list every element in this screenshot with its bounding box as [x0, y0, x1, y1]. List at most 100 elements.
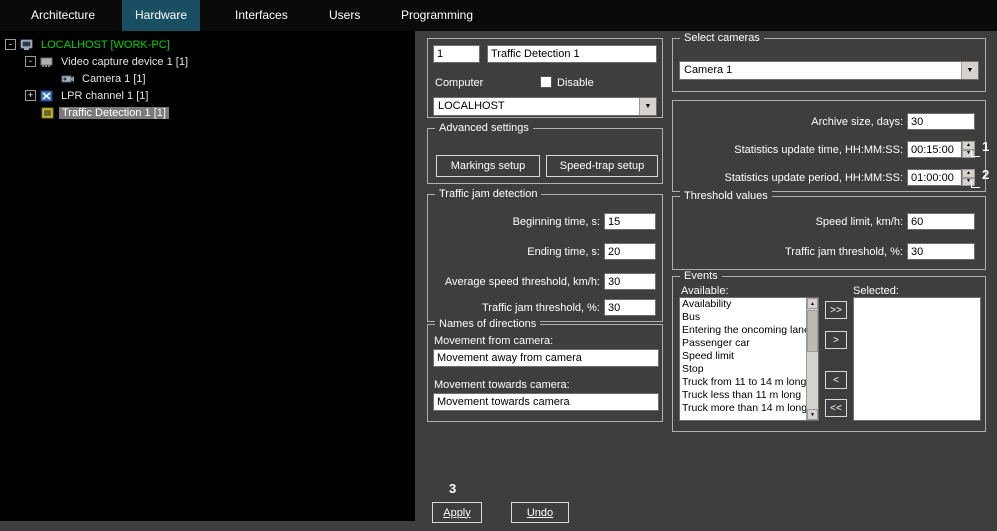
groupbox-title: Select cameras [680, 32, 764, 45]
threshold-jam-label: Traffic jam threshold, %: [677, 246, 903, 258]
expand-icon[interactable]: + [25, 90, 36, 101]
computer-label: Computer [435, 77, 483, 89]
list-item[interactable]: Passenger car [680, 337, 806, 350]
avg-speed-threshold-label: Average speed threshold, km/h: [432, 276, 600, 288]
available-events-list[interactable]: Availability Bus Entering the oncoming l… [679, 297, 819, 421]
computer-icon [20, 39, 34, 51]
tree-item-label: LOCALHOST [WORK-PC] [38, 39, 173, 51]
tree-item-localhost[interactable]: - LOCALHOST [WORK-PC] [5, 37, 173, 52]
stats-update-period-input[interactable] [907, 169, 962, 186]
tree-item-lpr-channel[interactable]: + LPR channel 1 [1] [25, 88, 151, 103]
markings-setup-button[interactable]: Markings setup [436, 155, 540, 177]
move-all-right-button[interactable]: >> [825, 301, 847, 319]
move-right-button[interactable]: > [825, 331, 847, 349]
disable-checkbox[interactable] [540, 76, 552, 88]
stats-update-time-label: Statistics update time, HH:MM:SS: [677, 144, 903, 156]
collapse-icon[interactable]: - [25, 56, 36, 67]
ending-time-label: Ending time, s: [432, 246, 600, 258]
selected-label: Selected: [853, 285, 899, 297]
undo-button[interactable]: Undo [511, 502, 569, 523]
collapse-icon[interactable]: - [5, 39, 16, 50]
object-id-input[interactable] [433, 45, 480, 63]
scroll-down-icon[interactable]: ▼ [807, 409, 818, 420]
movement-from-camera-input[interactable] [433, 349, 659, 367]
tree-item-traffic-detection[interactable]: Traffic Detection 1 [1] [41, 105, 169, 120]
list-item[interactable]: Availability [680, 298, 806, 311]
tree-item-video-capture-device[interactable]: - Video capture device 1 [1] [25, 54, 191, 69]
identity-groupbox: Computer Disable LOCALHOST ▼ [427, 38, 663, 118]
callout-number-3: 3 [449, 481, 456, 496]
statistics-groupbox: Archive size, days: Statistics update ti… [672, 100, 986, 192]
object-name-input[interactable] [487, 45, 657, 63]
tab-architecture[interactable]: Architecture [18, 0, 108, 31]
move-left-button[interactable]: < [825, 371, 847, 389]
scrollbar-thumb[interactable] [807, 310, 818, 352]
camera-icon [61, 73, 75, 85]
events-groupbox: Events Available: Selected: Availability… [672, 276, 986, 432]
tab-hardware[interactable]: Hardware [122, 0, 200, 31]
speed-limit-label: Speed limit, km/h: [677, 216, 903, 228]
avg-speed-threshold-input[interactable] [604, 273, 656, 290]
list-item[interactable]: Bus [680, 311, 806, 324]
tab-programming[interactable]: Programming [388, 0, 486, 31]
tab-users[interactable]: Users [316, 0, 373, 31]
computer-select[interactable]: LOCALHOST ▼ [433, 97, 657, 116]
archive-size-label: Archive size, days: [677, 116, 903, 128]
top-nav-bar: Architecture Hardware Interfaces Users P… [0, 0, 997, 31]
stats-update-period-label: Statistics update period, HH:MM:SS: [677, 172, 903, 184]
tree-item-label: LPR channel 1 [1] [58, 90, 151, 102]
ending-time-input[interactable] [604, 243, 656, 260]
available-label: Available: [681, 285, 729, 297]
camera-select-value: Camera 1 [684, 64, 732, 76]
list-item[interactable]: Truck less than 11 m long [680, 389, 806, 402]
callout-number-2: 2 [982, 167, 989, 182]
tree-item-label: Camera 1 [1] [79, 73, 149, 85]
archive-size-input[interactable] [907, 113, 975, 130]
beginning-time-input[interactable] [604, 213, 656, 230]
threshold-values-groupbox: Threshold values Speed limit, km/h: Traf… [672, 196, 986, 270]
list-item[interactable]: Truck more than 14 m long [680, 402, 806, 415]
names-of-directions-groupbox: Names of directions Movement from camera… [427, 324, 663, 422]
lpr-channel-icon [40, 90, 54, 102]
beginning-time-label: Beginning time, s: [432, 216, 600, 228]
groupbox-title: Names of directions [435, 318, 540, 331]
movement-towards-camera-input[interactable] [433, 393, 659, 411]
selected-events-list[interactable] [853, 297, 981, 421]
threshold-jam-input[interactable] [907, 243, 975, 260]
apply-button[interactable]: Apply [432, 502, 482, 523]
tab-interfaces[interactable]: Interfaces [222, 0, 301, 31]
list-item[interactable]: Stop [680, 363, 806, 376]
computer-select-value: LOCALHOST [438, 100, 505, 112]
tree-item-label: Video capture device 1 [1] [58, 56, 191, 68]
speed-trap-setup-button[interactable]: Speed-trap setup [546, 155, 658, 177]
list-item[interactable]: Truck from 11 to 14 m long [680, 376, 806, 389]
hardware-tree-panel: - LOCALHOST [WORK-PC] - Video capture de… [0, 31, 415, 521]
groupbox-title: Events [680, 270, 722, 283]
spin-up-icon[interactable]: ▲ [962, 169, 975, 178]
advanced-settings-groupbox: Advanced settings Markings setup Speed-t… [427, 128, 663, 184]
traffic-jam-detection-groupbox: Traffic jam detection Beginning time, s:… [427, 194, 663, 322]
chevron-down-icon[interactable]: ▼ [639, 98, 656, 115]
chevron-down-icon[interactable]: ▼ [961, 62, 978, 79]
groupbox-title: Advanced settings [435, 122, 533, 135]
camera-select[interactable]: Camera 1 ▼ [679, 61, 979, 80]
groupbox-title: Threshold values [680, 190, 772, 203]
vertical-scrollbar[interactable]: ▲ ▼ [806, 298, 818, 420]
traffic-detection-icon [41, 107, 55, 119]
scroll-up-icon[interactable]: ▲ [807, 298, 818, 309]
callout-bracket-2 [971, 181, 980, 188]
spin-up-icon[interactable]: ▲ [962, 141, 975, 150]
list-item[interactable]: Speed limit [680, 350, 806, 363]
stats-update-time-input[interactable] [907, 141, 962, 158]
disable-label: Disable [557, 77, 594, 89]
move-all-left-button[interactable]: << [825, 399, 847, 417]
callout-bracket-1 [971, 150, 980, 157]
tree-item-label-selected: Traffic Detection 1 [1] [59, 107, 169, 119]
jam-threshold-input[interactable] [604, 299, 656, 316]
speed-limit-input[interactable] [907, 213, 975, 230]
list-item[interactable]: Entering the oncoming lane [680, 324, 806, 337]
application-window: { "colors": { "tab_active_bg": "#1a4f63"… [0, 0, 997, 531]
movement-from-camera-label: Movement from camera: [434, 335, 553, 347]
capture-device-icon [40, 56, 54, 68]
tree-item-camera[interactable]: Camera 1 [1] [61, 71, 149, 86]
